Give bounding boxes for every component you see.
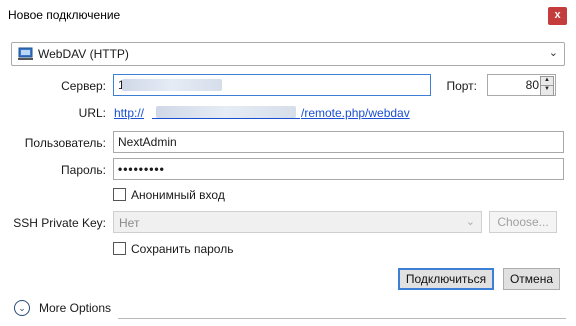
window-title: Новое подключение [8,8,121,22]
server-input[interactable]: 1 [113,74,431,96]
url-suffix: /remote.php/webdav [301,106,410,120]
anonymous-label: Анонимный вход [131,188,225,202]
ssh-key-select[interactable]: Нет ⌄ [113,211,482,233]
port-spinner[interactable]: 80 ▲ ▼ [487,74,556,96]
password-value: ••••••••• [118,162,165,176]
password-input[interactable]: ••••••••• [113,158,564,180]
username-input[interactable]: NextAdmin [113,131,564,153]
url-label: URL: [78,106,106,120]
choose-key-button[interactable]: Choose... [489,211,557,233]
protocol-selected-label: WebDAV (HTTP) [38,47,129,61]
port-down-icon[interactable]: ▼ [540,85,554,96]
more-options-divider [118,318,566,319]
ssh-key-value: Нет [119,216,140,230]
protocol-select[interactable]: WebDAV (HTTP) ⌄ [11,42,565,66]
network-drive-icon [18,47,33,60]
url-host-redacted [152,106,300,119]
chevron-down-icon: ⌄ [465,216,475,228]
connect-button[interactable]: Подключиться [398,268,494,290]
anonymous-checkbox[interactable] [113,188,126,201]
url-prefix: http:// [114,106,145,120]
server-redacted [122,79,222,91]
expand-chevron-icon[interactable]: ⌄ [14,300,30,316]
server-label: Сервер: [61,79,106,93]
save-password-checkbox[interactable] [113,242,126,255]
ssh-key-label: SSH Private Key: [13,216,106,230]
port-value: 80 [525,78,539,92]
username-value: NextAdmin [118,135,177,149]
port-label: Порт: [446,79,477,93]
close-button[interactable]: x [548,7,567,25]
username-label: Пользователь: [24,136,106,150]
url-link[interactable]: http:// /remote.php/webdav [114,106,444,122]
cancel-button[interactable]: Отмена [503,268,560,290]
chevron-down-icon: ⌄ [548,47,558,59]
save-password-label: Сохранить пароль [131,242,234,256]
password-label: Пароль: [61,163,106,177]
more-options-label[interactable]: More Options [39,301,111,315]
